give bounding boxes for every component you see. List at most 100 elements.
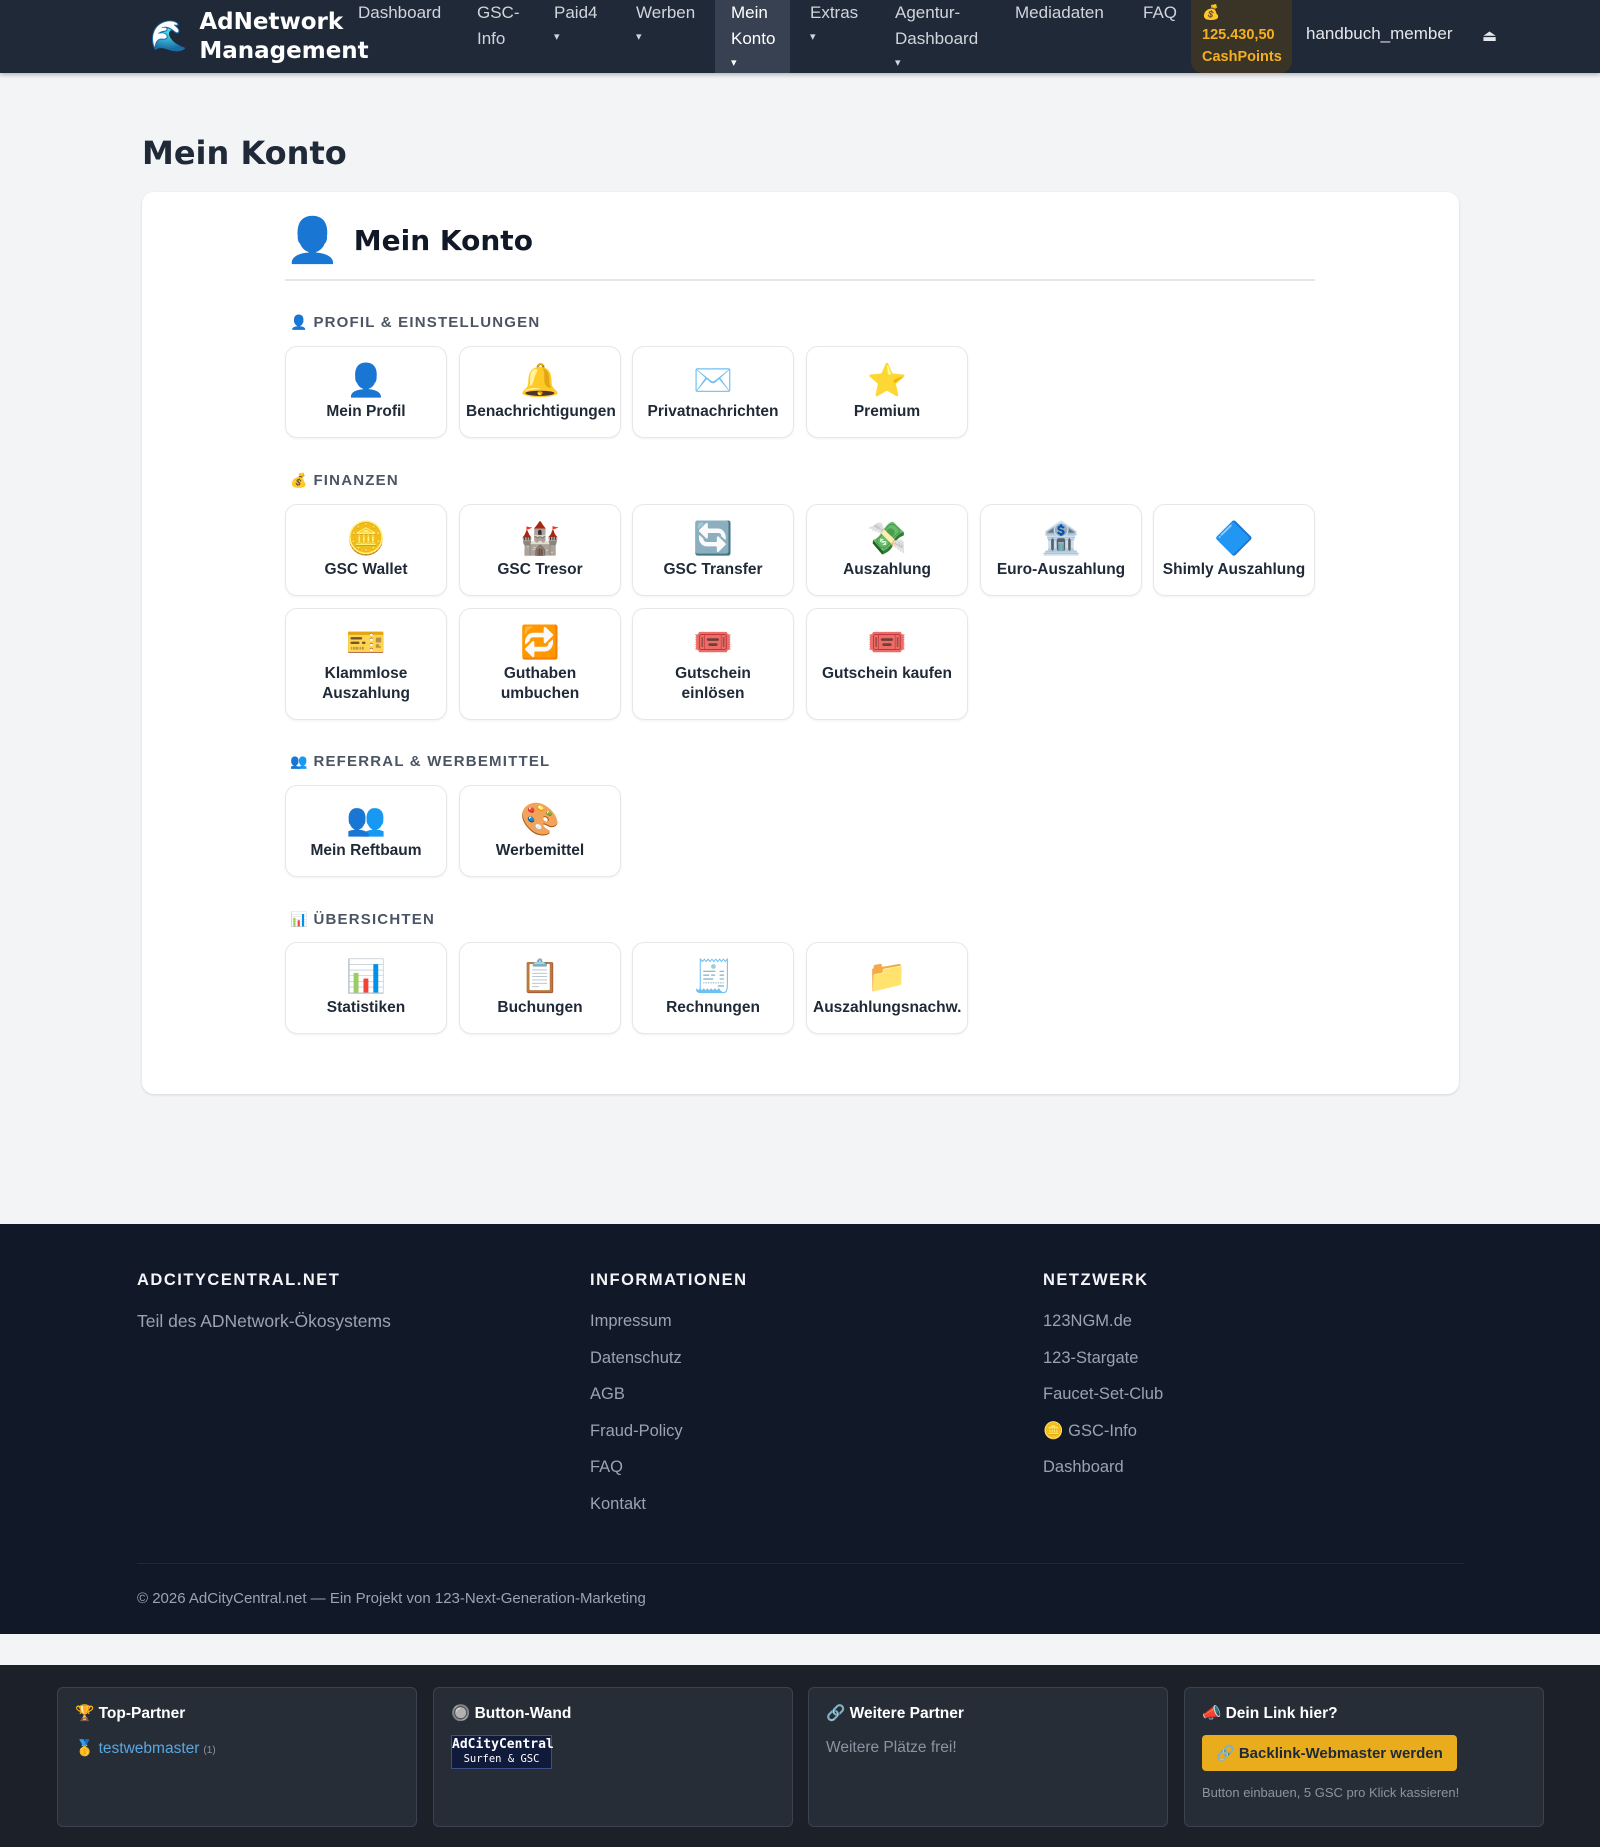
partner-box-title: 🔗 Weitere Partner: [826, 1705, 964, 1722]
bell-icon: 🔔: [520, 362, 560, 398]
backlink-webmaster-button[interactable]: 🔗 Backlink-Webmaster werden: [1202, 1735, 1457, 1771]
nav-faq[interactable]: FAQ: [1127, 0, 1193, 73]
bar-chart-icon: 📊: [346, 958, 386, 994]
transfer-icon: 🔄: [693, 520, 733, 556]
section-label-finanzen: 💰 FINANZEN: [290, 472, 399, 489]
receipt-icon: 🧾: [693, 958, 733, 994]
nav-dashboard[interactable]: Dashboard: [342, 0, 457, 73]
top-partner-count: (1): [203, 1745, 216, 1756]
tile-gsc-transfer[interactable]: 🔄 GSC Transfer: [632, 504, 794, 596]
partner-box-top: 🏆 Top-Partner 🥇 testwebmaster (1): [57, 1687, 417, 1827]
footer-link-faq[interactable]: FAQ: [590, 1457, 748, 1477]
nav-gsc-info[interactable]: GSC-Info: [461, 0, 535, 73]
tile-gsc-tresor[interactable]: 🏰 GSC Tresor: [459, 504, 621, 596]
adcitycentral-banner-button[interactable]: AdCityCentral Surfen & GSC: [451, 1735, 554, 1769]
partner-box-your-link: 📣 Dein Link hier? 🔗 Backlink-Webmaster w…: [1184, 1687, 1544, 1827]
tile-rechnungen[interactable]: 🧾 Rechnungen: [632, 942, 794, 1034]
footer-heading: ADCITYCENTRAL.NET: [137, 1271, 341, 1289]
footer-heading: INFORMATIONEN: [590, 1271, 748, 1289]
cashpoints-value: 125.430,50: [1202, 27, 1275, 43]
wave-icon: 🌊: [150, 20, 188, 53]
money-bag-icon: 💰: [1202, 5, 1221, 21]
nav-werben[interactable]: Werben ▾: [620, 0, 711, 73]
tile-euro-auszahlung[interactable]: 🏦 Euro-Auszahlung: [980, 504, 1142, 596]
nav-mein-konto[interactable]: Mein Konto ▾: [715, 0, 790, 73]
footer-link-123ngm[interactable]: 123NGM.de: [1043, 1311, 1163, 1331]
user-icon: 👤: [346, 362, 386, 398]
tile-gsc-wallet[interactable]: 🪙 GSC Wallet: [285, 504, 447, 596]
tile-auszahlung[interactable]: 💸 Auszahlung: [806, 504, 968, 596]
nav-paid4[interactable]: Paid4 ▾: [538, 0, 613, 73]
repeat-icon: 🔁: [520, 624, 560, 660]
tile-mein-reftbaum[interactable]: 👥 Mein Reftbaum: [285, 785, 447, 877]
footer-link-datenschutz[interactable]: Datenschutz: [590, 1348, 748, 1368]
tile-privatnachrichten[interactable]: ✉️ Privatnachrichten: [632, 346, 794, 438]
partner-box-title: 🔘 Button-Wand: [451, 1705, 572, 1722]
diamond-icon: 🔷: [1214, 520, 1254, 556]
chevron-down-icon: ▾: [731, 57, 737, 69]
card-title: Mein Konto: [353, 224, 533, 257]
nav-extras[interactable]: Extras ▾: [794, 0, 874, 73]
footer-link-agb[interactable]: AGB: [590, 1384, 748, 1404]
brand[interactable]: 🌊 AdNetwork Management: [150, 8, 369, 66]
footer-link-stargate[interactable]: 123-Stargate: [1043, 1348, 1163, 1368]
folder-icon: 📁: [867, 958, 907, 994]
cashpoints-badge[interactable]: 💰 125.430,50 CashPoints: [1191, 0, 1292, 73]
coin-icon: 🪙: [346, 520, 386, 556]
footer-col-informationen: INFORMATIONEN Impressum Datenschutz AGB …: [590, 1271, 748, 1530]
nav-mediadaten[interactable]: Mediadaten: [999, 0, 1120, 73]
footer-link-fraud-policy[interactable]: Fraud-Policy: [590, 1421, 748, 1441]
ticket-icon: 🎫: [346, 624, 386, 660]
top-partner-link[interactable]: testwebmaster: [99, 1740, 200, 1757]
tile-statistiken[interactable]: 📊 Statistiken: [285, 942, 447, 1034]
top-partner-entry: 🥇 testwebmaster (1): [75, 1739, 399, 1758]
chevron-down-icon: ▾: [554, 31, 560, 43]
tile-benachrichtigungen[interactable]: 🔔 Benachrichtigungen: [459, 346, 621, 438]
footer-tagline: Teil des ADNetwork-Ökosystems: [137, 1311, 391, 1331]
section-label-referral: 👥 REFERRAL & WERBEMITTEL: [290, 753, 551, 770]
footer-link-kontakt[interactable]: Kontakt: [590, 1494, 748, 1514]
tile-klammlose-auszahlung[interactable]: 🎫 Klammlose Auszahlung: [285, 608, 447, 720]
tile-premium[interactable]: ⭐ Premium: [806, 346, 968, 438]
username[interactable]: handbuch_member: [1306, 24, 1452, 44]
footer-link-gsc-info[interactable]: 🪙 GSC-Info: [1043, 1421, 1163, 1441]
section-label-profil: 👤 PROFIL & EINSTELLUNGEN: [290, 314, 541, 331]
top-navbar: 🌊 AdNetwork Management Dashboard GSC-Inf…: [0, 0, 1600, 73]
castle-icon: 🏰: [520, 520, 560, 556]
tile-werbemittel[interactable]: 🎨 Werbemittel: [459, 785, 621, 877]
footer-link-dashboard[interactable]: Dashboard: [1043, 1457, 1163, 1477]
footer-col-about: ADCITYCENTRAL.NET Teil des ADNetwork-Öko…: [137, 1271, 391, 1332]
envelope-icon: ✉️: [693, 362, 733, 398]
partner-box-more: 🔗 Weitere Partner Weitere Plätze frei!: [808, 1687, 1168, 1827]
user-icon: 👤: [290, 314, 308, 330]
tile-gutschein-einloesen[interactable]: 🎟️ Gutschein einlösen: [632, 608, 794, 720]
backlink-note: Button einbauen, 5 GSC pro Klick kassier…: [1202, 1785, 1460, 1800]
chevron-down-icon: ▾: [895, 57, 901, 69]
tile-mein-profil[interactable]: 👤 Mein Profil: [285, 346, 447, 438]
money-bag-icon: 💰: [290, 472, 308, 488]
footer-link-faucet-set-club[interactable]: Faucet-Set-Club: [1043, 1384, 1163, 1404]
nav-agentur-dashboard[interactable]: Agentur-Dashboard ▾: [879, 0, 989, 73]
footer-link-impressum[interactable]: Impressum: [590, 1311, 748, 1331]
chevron-down-icon: ▾: [810, 31, 816, 43]
partner-box-title: 🏆 Top-Partner: [75, 1705, 186, 1722]
users-icon: 👥: [346, 801, 386, 837]
tile-shimly-auszahlung[interactable]: 🔷 Shimly Auszahlung: [1153, 504, 1315, 596]
partner-box-title: 📣 Dein Link hier?: [1202, 1705, 1338, 1722]
tile-guthaben-umbuchen[interactable]: 🔁 Guthaben umbuchen: [459, 608, 621, 720]
partner-box-button-wall: 🔘 Button-Wand AdCityCentral Surfen & GSC: [433, 1687, 793, 1827]
tile-auszahlungsnachweise[interactable]: 📁 Auszahlungsnachw.: [806, 942, 968, 1034]
footer-divider: [137, 1563, 1464, 1564]
logout-icon[interactable]: ⏏: [1482, 26, 1497, 46]
voucher-buy-icon: 🎟️: [867, 624, 907, 660]
money-wings-icon: 💸: [867, 520, 907, 556]
medal-icon: 🥇: [75, 1740, 95, 1757]
more-partners-text: Weitere Plätze frei!: [826, 1739, 957, 1756]
tile-gutschein-kaufen[interactable]: 🎟️ Gutschein kaufen: [806, 608, 968, 720]
tile-buchungen[interactable]: 📋 Buchungen: [459, 942, 621, 1034]
star-icon: ⭐: [867, 362, 907, 398]
footer-heading: NETZWERK: [1043, 1271, 1149, 1289]
chevron-down-icon: ▾: [636, 31, 642, 43]
users-icon: 👥: [290, 753, 308, 769]
user-icon: 👤: [285, 216, 340, 265]
